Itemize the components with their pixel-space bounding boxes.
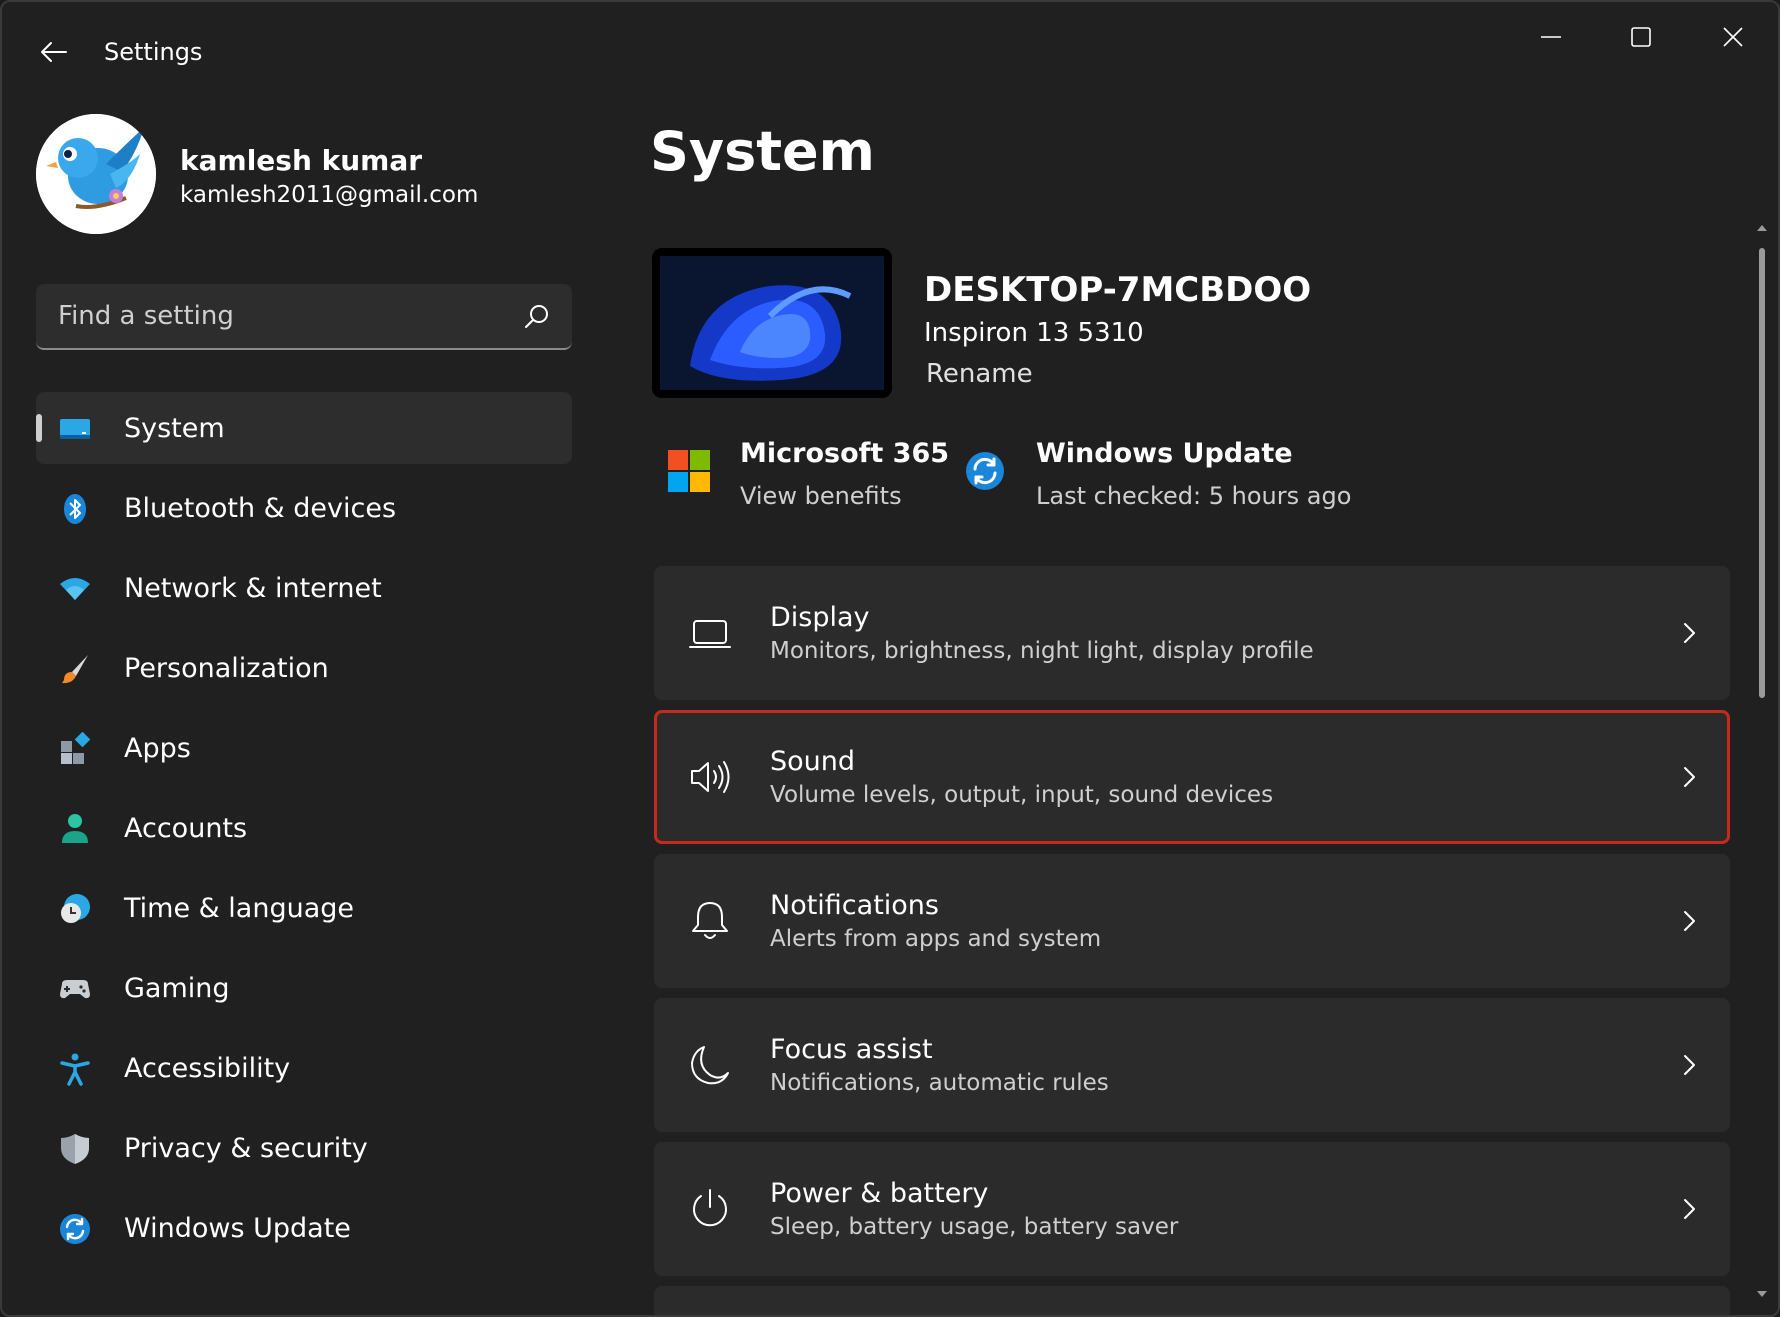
search-button[interactable] bbox=[520, 300, 554, 334]
system-display-icon bbox=[58, 412, 92, 446]
scroll-up-arrow-icon[interactable] bbox=[1754, 220, 1770, 236]
maximize-icon bbox=[1631, 27, 1651, 47]
card-subtitle: Alerts from apps and system bbox=[770, 926, 1102, 952]
microsoft-365-tile[interactable]: Microsoft 365 View benefits bbox=[666, 438, 966, 518]
sidebar-item-accounts[interactable]: Accounts bbox=[36, 792, 572, 864]
microsoft-365-link[interactable]: View benefits bbox=[740, 482, 902, 510]
chevron-right-icon bbox=[1674, 1050, 1704, 1080]
device-name: DESKTOP-7MCBDOO bbox=[924, 270, 1312, 310]
bird-avatar-icon bbox=[36, 114, 156, 234]
person-icon bbox=[58, 812, 92, 846]
sidebar-item-apps[interactable]: Apps bbox=[36, 712, 572, 784]
close-icon bbox=[1723, 27, 1743, 47]
back-button[interactable] bbox=[32, 30, 76, 74]
card-title: Power & battery bbox=[770, 1178, 989, 1209]
minimize-button[interactable] bbox=[1516, 12, 1586, 62]
chevron-right-icon bbox=[1674, 1194, 1704, 1224]
sidebar-item-windows-update[interactable]: Windows Update bbox=[36, 1192, 572, 1264]
bluetooth-icon bbox=[58, 492, 92, 526]
card-subtitle: Sleep, battery usage, battery saver bbox=[770, 1214, 1179, 1240]
card-subtitle: Volume levels, output, input, sound devi… bbox=[770, 782, 1274, 808]
apps-icon bbox=[58, 732, 92, 766]
profile-name: kamlesh kumar bbox=[180, 144, 423, 177]
card-title: Display bbox=[770, 602, 870, 633]
power-icon bbox=[688, 1187, 732, 1231]
device-model: Inspiron 13 5310 bbox=[924, 318, 1144, 348]
card-notifications[interactable]: Notifications Alerts from apps and syste… bbox=[654, 854, 1730, 988]
sidebar-item-time-language[interactable]: Time & language bbox=[36, 872, 572, 944]
bell-icon bbox=[688, 899, 732, 943]
avatar bbox=[36, 114, 156, 234]
user-profile[interactable]: kamlesh kumar kamlesh2011@gmail.com bbox=[36, 114, 576, 238]
sync-icon bbox=[964, 450, 1006, 492]
settings-cards: Display Monitors, brightness, night ligh… bbox=[654, 566, 1730, 1315]
sidebar-item-network[interactable]: Network & internet bbox=[36, 552, 572, 624]
sync-icon bbox=[58, 1212, 92, 1246]
card-title: Sound bbox=[770, 746, 856, 777]
windows-update-status: Last checked: 5 hours ago bbox=[1036, 482, 1352, 510]
sidebar-item-label: Accessibility bbox=[124, 1053, 291, 1084]
card-subtitle: Notifications, automatic rules bbox=[770, 1070, 1109, 1096]
card-power-battery[interactable]: Power & battery Sleep, battery usage, ba… bbox=[654, 1142, 1730, 1276]
sidebar-item-personalization[interactable]: Personalization bbox=[36, 632, 572, 704]
sidebar-item-label: Bluetooth & devices bbox=[124, 493, 397, 524]
chevron-right-icon bbox=[1674, 762, 1704, 792]
page-title: System bbox=[650, 120, 875, 183]
arrow-left-icon bbox=[41, 42, 67, 62]
search-box bbox=[36, 284, 572, 350]
wifi-icon bbox=[58, 572, 92, 606]
speaker-icon bbox=[688, 755, 732, 799]
card-display[interactable]: Display Monitors, brightness, night ligh… bbox=[654, 566, 1730, 700]
sidebar-item-bluetooth[interactable]: Bluetooth & devices bbox=[36, 472, 572, 544]
moon-icon bbox=[688, 1043, 732, 1087]
card-title: Notifications bbox=[770, 890, 939, 921]
sidebar-item-label: Apps bbox=[124, 733, 191, 764]
card-focus-assist[interactable]: Focus assist Notifications, automatic ru… bbox=[654, 998, 1730, 1132]
sidebar-item-privacy[interactable]: Privacy & security bbox=[36, 1112, 572, 1184]
scroll-down-arrow-icon[interactable] bbox=[1754, 1286, 1770, 1302]
laptop-icon bbox=[688, 611, 732, 655]
search-icon bbox=[525, 305, 548, 328]
sidebar-item-label: Accounts bbox=[124, 813, 248, 844]
card-subtitle: Monitors, brightness, night light, displ… bbox=[770, 638, 1314, 664]
sidebar-item-label: System bbox=[124, 413, 225, 444]
card-next-partial[interactable] bbox=[654, 1286, 1730, 1315]
paintbrush-icon bbox=[58, 652, 92, 686]
chevron-right-icon bbox=[1674, 906, 1704, 936]
sidebar-item-label: Privacy & security bbox=[124, 1133, 368, 1164]
sidebar-item-system[interactable]: System bbox=[36, 392, 572, 464]
main-scrollbar[interactable] bbox=[1754, 220, 1770, 1310]
windows-update-tile[interactable]: Windows Update Last checked: 5 hours ago bbox=[962, 438, 1402, 518]
title-bar: Settings bbox=[2, 2, 1778, 102]
card-title: Focus assist bbox=[770, 1034, 933, 1065]
shield-icon bbox=[58, 1132, 92, 1166]
sidebar-nav: System Bluetooth & devices Network & int… bbox=[36, 392, 572, 1272]
app-title: Settings bbox=[104, 38, 203, 66]
windows-bloom-wallpaper-icon bbox=[660, 256, 884, 390]
scroll-thumb[interactable] bbox=[1759, 248, 1765, 698]
close-button[interactable] bbox=[1698, 12, 1768, 62]
accessibility-icon bbox=[58, 1052, 92, 1086]
sidebar-item-label: Network & internet bbox=[124, 573, 382, 604]
sidebar-item-label: Gaming bbox=[124, 973, 230, 1004]
sidebar-item-label: Time & language bbox=[124, 893, 355, 924]
search-input[interactable] bbox=[36, 284, 506, 348]
microsoft-365-title: Microsoft 365 bbox=[740, 438, 950, 469]
sidebar-item-gaming[interactable]: Gaming bbox=[36, 952, 572, 1024]
sidebar-item-label: Personalization bbox=[124, 653, 329, 684]
microsoft-logo-icon bbox=[668, 450, 710, 492]
sidebar-item-accessibility[interactable]: Accessibility bbox=[36, 1032, 572, 1104]
card-sound[interactable]: Sound Volume levels, output, input, soun… bbox=[654, 710, 1730, 844]
sidebar-item-label: Windows Update bbox=[124, 1213, 351, 1244]
gamepad-icon bbox=[58, 972, 92, 1006]
rename-link[interactable]: Rename bbox=[926, 359, 1033, 389]
profile-email: kamlesh2011@gmail.com bbox=[180, 182, 479, 208]
device-wallpaper-thumbnail bbox=[652, 248, 892, 398]
minimize-icon bbox=[1541, 36, 1561, 38]
maximize-button[interactable] bbox=[1606, 12, 1676, 62]
clock-globe-icon bbox=[58, 892, 92, 926]
chevron-right-icon bbox=[1674, 618, 1704, 648]
settings-window: Settings kamlesh kumar kamlesh2011@gmail… bbox=[0, 0, 1780, 1317]
windows-update-title: Windows Update bbox=[1036, 438, 1293, 469]
